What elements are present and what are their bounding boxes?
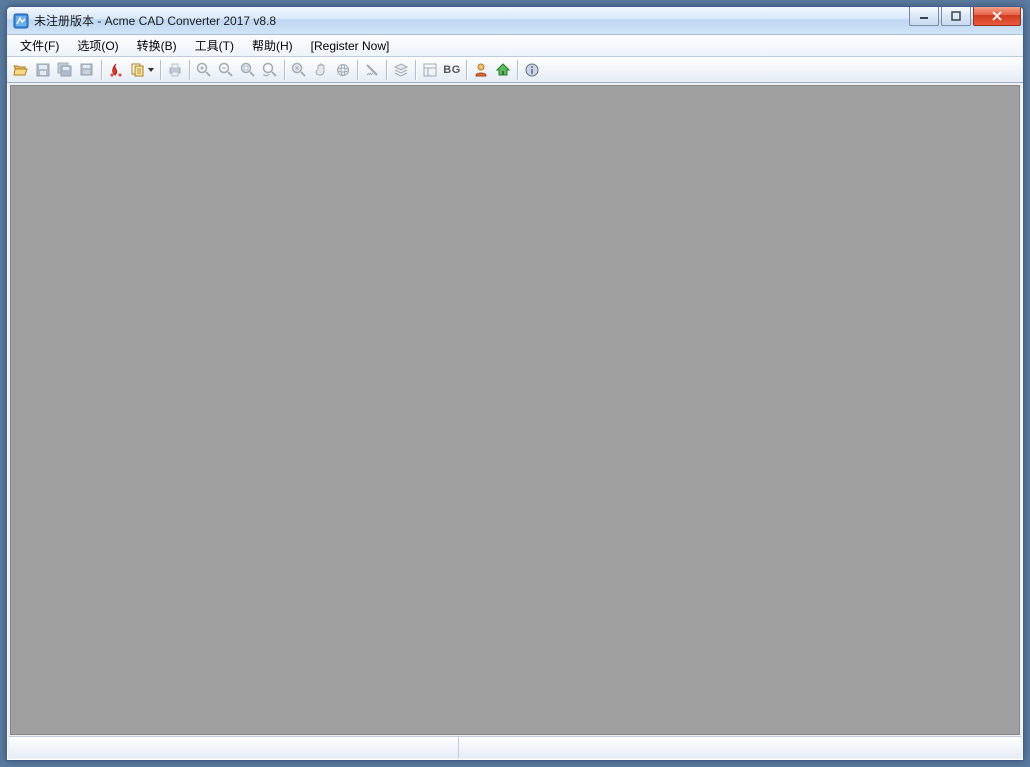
menu-file[interactable]: 文件(F) [11,35,68,56]
zoom-extents-button[interactable] [288,59,310,81]
toolbar-separator [415,60,416,80]
client-area [7,83,1023,760]
layers-button[interactable] [390,59,412,81]
register-button[interactable] [470,59,492,81]
zoom-previous-button[interactable] [259,59,281,81]
brush-icon [364,62,380,78]
maximize-button[interactable] [941,7,971,26]
hand-icon [313,62,329,78]
regen-button[interactable] [361,59,383,81]
pdf-button[interactable] [105,59,127,81]
printer-icon [167,62,183,78]
floppy-multi-icon [57,62,73,78]
floppy-layers-icon [79,62,95,78]
app-icon [13,13,29,29]
bg-text-icon: BG [441,64,463,76]
open-button[interactable] [10,59,32,81]
window-title: 未注册版本 - Acme CAD Converter 2017 v8.8 [34,12,909,29]
toolbar-separator [189,60,190,80]
folder-open-icon [13,62,29,78]
view-3d-button[interactable] [332,59,354,81]
dropdown-arrow-icon [148,68,154,72]
toolbar: BG [7,57,1023,83]
window-controls [909,7,1023,34]
menu-convert[interactable]: 转换(B) [128,35,186,56]
menu-tools[interactable]: 工具(T) [186,35,243,56]
background-button[interactable]: BG [441,59,463,81]
minimize-button[interactable] [909,7,939,26]
person-icon [473,62,489,78]
layers-icon [393,62,409,78]
menu-register-now[interactable]: [Register Now] [302,37,399,55]
zoom-out-icon [218,62,234,78]
close-button[interactable] [973,7,1021,26]
app-window: 未注册版本 - Acme CAD Converter 2017 v8.8 文件(… [6,6,1024,761]
toolbar-separator [284,60,285,80]
save-button[interactable] [32,59,54,81]
zoom-window-icon [240,62,256,78]
floppy-icon [35,62,51,78]
toolbar-separator [386,60,387,80]
layout-button[interactable] [419,59,441,81]
zoom-in-button[interactable] [193,59,215,81]
workspace[interactable] [10,85,1020,735]
toolbar-separator [466,60,467,80]
title-bar[interactable]: 未注册版本 - Acme CAD Converter 2017 v8.8 [7,7,1023,35]
layout-icon [422,62,438,78]
print-button[interactable] [164,59,186,81]
toolbar-separator [160,60,161,80]
toolbar-separator [517,60,518,80]
zoom-window-button[interactable] [237,59,259,81]
info-icon [524,62,540,78]
zoom-in-icon [196,62,212,78]
zoom-back-icon [262,62,278,78]
menu-options[interactable]: 选项(O) [68,35,127,56]
menu-bar: 文件(F) 选项(O) 转换(B) 工具(T) 帮助(H) [Register … [7,35,1023,57]
pdf-icon [108,62,124,78]
status-bar [9,736,1021,758]
sphere-icon [335,62,351,78]
status-panel-left [9,737,459,758]
about-button[interactable] [521,59,543,81]
home-icon [495,62,511,78]
status-panel-right [459,737,1021,758]
toolbar-separator [101,60,102,80]
batch-button[interactable] [127,59,157,81]
pan-button[interactable] [310,59,332,81]
save-layers-button[interactable] [76,59,98,81]
home-button[interactable] [492,59,514,81]
zoom-extents-icon [291,62,307,78]
zoom-out-button[interactable] [215,59,237,81]
pages-icon [130,62,146,78]
menu-help[interactable]: 帮助(H) [243,35,302,56]
save-multi-button[interactable] [54,59,76,81]
toolbar-separator [357,60,358,80]
